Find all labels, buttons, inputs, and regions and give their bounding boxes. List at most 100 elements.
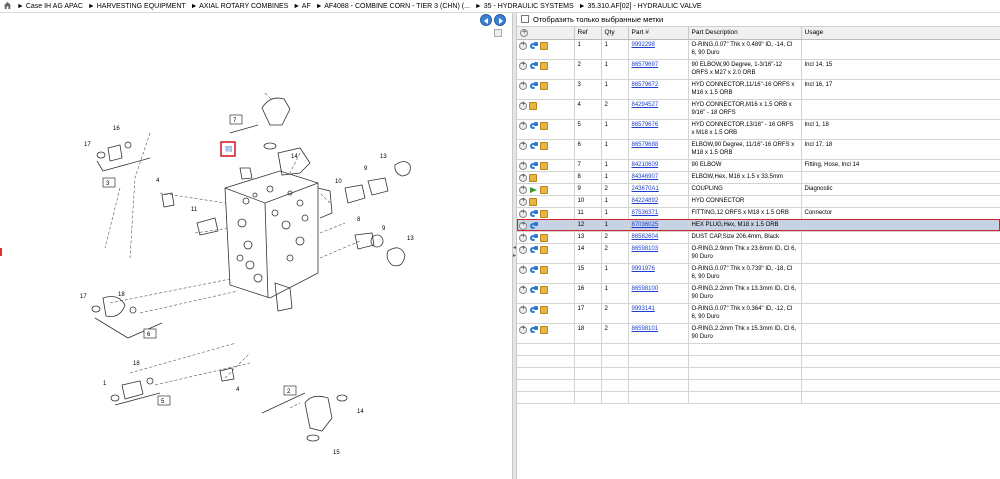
callout-14a[interactable]: 14 (291, 154, 298, 160)
breadcrumb-item-6[interactable]: ► 35 - HYDRAULIC SYSTEMS (475, 3, 574, 10)
package-icon[interactable] (540, 265, 548, 274)
expand-row-icon[interactable] (519, 324, 527, 334)
expand-row-icon[interactable] (519, 140, 527, 150)
part-number-link[interactable]: 84210609 (632, 162, 659, 168)
callout-4a[interactable]: 4 (156, 178, 160, 184)
callout-13b[interactable]: 13 (407, 236, 414, 242)
expand-row-icon[interactable] (519, 264, 527, 274)
info-icon[interactable] (530, 305, 538, 314)
part-number-link[interactable]: 86579697 (632, 62, 659, 68)
part-number-link[interactable]: 86582604 (632, 234, 659, 240)
package-icon[interactable] (540, 209, 548, 218)
callout-4b[interactable]: 4 (236, 387, 240, 393)
callout-17a[interactable]: 17 (84, 142, 91, 148)
part-number-link[interactable]: 86579688 (632, 142, 659, 148)
part-number-link[interactable]: 243670A1 (632, 186, 659, 192)
info-icon[interactable] (530, 221, 538, 230)
info-icon[interactable] (530, 209, 538, 218)
expand-row-icon[interactable] (519, 196, 527, 206)
expand-row-icon[interactable] (519, 172, 527, 182)
package-icon[interactable] (529, 173, 537, 182)
expand-row-icon[interactable] (519, 284, 527, 294)
info-icon[interactable] (530, 233, 538, 242)
package-icon[interactable] (540, 161, 548, 170)
package-icon[interactable] (540, 141, 548, 150)
table-row[interactable]: 5186579676 HYD CONNECTOR,13/16" - 16 ORFS… (517, 119, 1000, 140)
table-row[interactable]: 18286598101 O-RING,2.2mm Thk x 15.3mm ID,… (517, 323, 1000, 344)
part-number-link[interactable]: 86598100 (632, 286, 659, 292)
package-icon[interactable] (540, 285, 548, 294)
package-icon[interactable] (540, 245, 548, 254)
column-header-part[interactable]: Part # (628, 27, 689, 40)
callout-13a[interactable]: 13 (380, 154, 387, 160)
column-header-usage[interactable]: Usage (801, 27, 1000, 40)
part-number-link[interactable]: 9991976 (632, 266, 655, 272)
part-number-link[interactable]: 86579672 (632, 82, 659, 88)
exploded-diagram[interactable]: 7 3 6 5 2 12 16 17 14 13 9 10 4 11 8 9 1… (0, 13, 512, 479)
table-row[interactable]: 8184346907 ELBOW,Hex, M16 x 1.5 x 33.5mm (517, 171, 1000, 184)
info-icon[interactable] (530, 81, 538, 90)
expand-row-icon[interactable] (519, 220, 527, 230)
breadcrumb-item-1[interactable]: ► Case IH AG APAC (17, 3, 83, 10)
table-row[interactable]: 14286598103 O-RING,2.9mm Thk x 23.6mm ID,… (517, 243, 1000, 264)
callout-11[interactable]: 11 (191, 207, 198, 213)
info-icon[interactable] (530, 245, 538, 254)
expand-row-icon[interactable] (519, 60, 527, 70)
expand-row-icon[interactable] (519, 160, 527, 170)
callout-16[interactable]: 16 (113, 126, 120, 132)
info-icon[interactable] (530, 265, 538, 274)
breadcrumb-item-3[interactable]: ► AXIAL ROTARY COMBINES (191, 3, 289, 10)
callout-18b[interactable]: 18 (133, 361, 140, 367)
column-header-icons[interactable] (517, 27, 575, 40)
column-header-qty[interactable]: Qty (601, 27, 629, 40)
table-row[interactable]: 1729993141 O-RING,0.07" Thk x 0.364" ID, … (517, 303, 1000, 324)
package-icon[interactable] (529, 197, 537, 206)
info-icon[interactable] (530, 61, 538, 70)
table-row[interactable]: 92243670A1 COUPLINGDiagnostic (517, 183, 1000, 196)
part-number-link[interactable]: 84294527 (632, 102, 659, 108)
table-row[interactable]: 2186579697 90 ELBOW,90 Degree, 1-3/16"-12… (517, 59, 1000, 80)
breadcrumb-item-2[interactable]: ► HARVESTING EQUIPMENT (88, 3, 186, 10)
column-header-ref[interactable]: Ref (574, 27, 602, 40)
callout-9a[interactable]: 9 (364, 166, 368, 172)
callout-9b[interactable]: 9 (382, 226, 386, 232)
package-icon[interactable] (529, 101, 537, 110)
package-icon[interactable] (540, 233, 548, 242)
collapse-right-icon[interactable]: ▸ (513, 253, 516, 259)
info-icon[interactable] (530, 161, 538, 170)
expand-row-icon[interactable] (519, 232, 527, 242)
part-number-link[interactable]: 9992298 (632, 42, 655, 48)
part-number-link[interactable]: 84224892 (632, 198, 659, 204)
info-icon[interactable] (530, 121, 538, 130)
show-selected-checkbox[interactable] (521, 15, 529, 23)
table-row[interactable]: 11187536371FITTING,12 ORFS x M18 x 1.5 O… (517, 207, 1000, 220)
part-number-link[interactable]: 84346907 (632, 174, 659, 180)
collapse-left-icon[interactable]: ◂ (513, 245, 516, 251)
info-icon[interactable] (530, 41, 538, 50)
expand-row-icon[interactable] (519, 120, 527, 130)
expand-row-icon[interactable] (519, 40, 527, 50)
package-icon[interactable] (540, 121, 548, 130)
package-icon[interactable] (540, 305, 548, 314)
package-icon[interactable] (540, 61, 548, 70)
expand-row-icon[interactable] (519, 80, 527, 90)
part-number-link[interactable]: 87536371 (632, 210, 659, 216)
callout-10[interactable]: 10 (335, 179, 342, 185)
table-row[interactable]: 10184224892 HYD CONNECTOR (517, 195, 1000, 208)
table-row[interactable]: 13286582604 DUST CAP,Size 206.4mm, Black (517, 231, 1000, 244)
info-icon[interactable] (530, 141, 538, 150)
callout-14b[interactable]: 14 (357, 409, 364, 415)
package-icon[interactable] (540, 185, 548, 194)
breadcrumb-item-5[interactable]: ► AF4088 - COMBINE CORN - TIER 3 (CHN) (… (316, 3, 470, 10)
breadcrumb-item-4[interactable]: ► AF (293, 3, 310, 10)
expand-row-icon[interactable] (519, 304, 527, 314)
column-header-description[interactable]: Part Description (688, 27, 802, 40)
table-row[interactable]: 4284294527 HYD CONNECTOR,M16 x 1.5 ORB x … (517, 99, 1000, 120)
part-number-link[interactable]: 86579676 (632, 122, 659, 128)
expand-row-icon[interactable] (519, 208, 527, 218)
callout-17b[interactable]: 17 (80, 294, 87, 300)
expand-row-icon[interactable] (519, 100, 527, 110)
callout-18a[interactable]: 18 (118, 292, 125, 298)
callout-8[interactable]: 8 (357, 217, 361, 223)
part-number-link[interactable]: 87036025 (632, 222, 659, 228)
